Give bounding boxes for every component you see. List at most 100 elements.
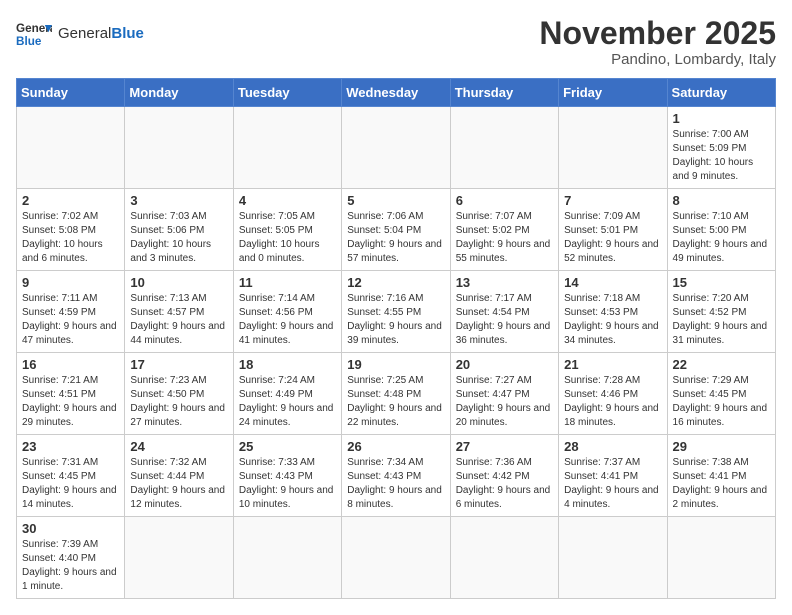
day-cell: 21Sunrise: 7:28 AM Sunset: 4:46 PM Dayli… bbox=[559, 353, 667, 435]
day-info: Sunrise: 7:11 AM Sunset: 4:59 PM Dayligh… bbox=[22, 292, 119, 348]
day-cell bbox=[233, 517, 341, 599]
day-number: 11 bbox=[239, 275, 336, 290]
calendar-table: SundayMondayTuesdayWednesdayThursdayFrid… bbox=[16, 78, 776, 599]
day-number: 20 bbox=[456, 357, 553, 372]
day-cell: 17Sunrise: 7:23 AM Sunset: 4:50 PM Dayli… bbox=[125, 353, 233, 435]
day-number: 24 bbox=[130, 439, 227, 454]
day-info: Sunrise: 7:07 AM Sunset: 5:02 PM Dayligh… bbox=[456, 210, 553, 266]
day-number: 7 bbox=[564, 193, 661, 208]
day-cell: 28 Sunrise: 7:37 AM Sunset: 4:41 PM Dayli… bbox=[559, 435, 667, 517]
day-info: Sunrise: 7:21 AM Sunset: 4:51 PM Dayligh… bbox=[22, 374, 119, 430]
day-cell: 14 Sunrise: 7:18 AM Sunset: 4:53 PM Dayli… bbox=[559, 271, 667, 353]
day-number: 19 bbox=[347, 357, 444, 372]
day-number: 28 bbox=[564, 439, 661, 454]
day-cell: 5 Sunrise: 7:06 AM Sunset: 5:04 PM Daylig… bbox=[342, 189, 450, 271]
day-header-thursday: Thursday bbox=[450, 79, 558, 107]
day-number: 12 bbox=[347, 275, 444, 290]
day-info: Sunrise: 7:20 AM Sunset: 4:52 PM Dayligh… bbox=[673, 292, 770, 348]
day-info: Sunrise: 7:27 AM Sunset: 4:47 PM Dayligh… bbox=[456, 374, 553, 430]
day-header-wednesday: Wednesday bbox=[342, 79, 450, 107]
week-row-4: 16 Sunrise: 7:21 AM Sunset: 4:51 PM Dayli… bbox=[17, 353, 776, 435]
day-info: Sunrise: 7:23 AM Sunset: 4:50 PM Dayligh… bbox=[130, 374, 227, 430]
day-info: Sunrise: 7:06 AM Sunset: 5:04 PM Dayligh… bbox=[347, 210, 444, 266]
day-cell bbox=[559, 107, 667, 189]
week-row-3: 9 Sunrise: 7:11 AM Sunset: 4:59 PM Daylig… bbox=[17, 271, 776, 353]
day-info: Sunrise: 7:05 AM Sunset: 5:05 PM Dayligh… bbox=[239, 210, 336, 266]
day-info: Sunrise: 7:13 AM Sunset: 4:57 PM Dayligh… bbox=[130, 292, 227, 348]
day-cell: 24 Sunrise: 7:32 AM Sunset: 4:44 PM Dayli… bbox=[125, 435, 233, 517]
day-number: 16 bbox=[22, 357, 119, 372]
day-number: 23 bbox=[22, 439, 119, 454]
day-info: Sunrise: 7:18 AM Sunset: 4:53 PM Dayligh… bbox=[564, 292, 661, 348]
day-cell: 7Sunrise: 7:09 AM Sunset: 5:01 PM Daylig… bbox=[559, 189, 667, 271]
location: Pandino, Lombardy, Italy bbox=[539, 51, 776, 68]
day-cell: 12 Sunrise: 7:16 AM Sunset: 4:55 PM Dayli… bbox=[342, 271, 450, 353]
day-info: Sunrise: 7:37 AM Sunset: 4:41 PM Dayligh… bbox=[564, 456, 661, 512]
day-info: Sunrise: 7:29 AM Sunset: 4:45 PM Dayligh… bbox=[673, 374, 770, 430]
day-number: 5 bbox=[347, 193, 444, 208]
day-cell bbox=[233, 107, 341, 189]
day-info: Sunrise: 7:10 AM Sunset: 5:00 PM Dayligh… bbox=[673, 210, 770, 266]
day-cell: 9 Sunrise: 7:11 AM Sunset: 4:59 PM Daylig… bbox=[17, 271, 125, 353]
logo-text: GeneralBlue bbox=[58, 25, 144, 43]
day-info: Sunrise: 7:16 AM Sunset: 4:55 PM Dayligh… bbox=[347, 292, 444, 348]
day-number: 1 bbox=[673, 111, 770, 126]
day-number: 15 bbox=[673, 275, 770, 290]
day-cell: 22 Sunrise: 7:29 AM Sunset: 4:45 PM Dayli… bbox=[667, 353, 775, 435]
day-number: 9 bbox=[22, 275, 119, 290]
svg-text:General: General bbox=[16, 22, 52, 35]
day-cell bbox=[125, 517, 233, 599]
day-number: 27 bbox=[456, 439, 553, 454]
day-cell: 13 Sunrise: 7:17 AM Sunset: 4:54 PM Dayli… bbox=[450, 271, 558, 353]
day-info: Sunrise: 7:39 AM Sunset: 4:40 PM Dayligh… bbox=[22, 538, 119, 594]
day-cell bbox=[342, 107, 450, 189]
day-info: Sunrise: 7:03 AM Sunset: 5:06 PM Dayligh… bbox=[130, 210, 227, 266]
week-row-1: 1Sunrise: 7:00 AM Sunset: 5:09 PM Daylig… bbox=[17, 107, 776, 189]
day-info: Sunrise: 7:17 AM Sunset: 4:54 PM Dayligh… bbox=[456, 292, 553, 348]
day-number: 13 bbox=[456, 275, 553, 290]
day-number: 2 bbox=[22, 193, 119, 208]
day-number: 29 bbox=[673, 439, 770, 454]
day-cell: 15 Sunrise: 7:20 AM Sunset: 4:52 PM Dayli… bbox=[667, 271, 775, 353]
day-cell bbox=[450, 517, 558, 599]
day-cell: 8Sunrise: 7:10 AM Sunset: 5:00 PM Daylig… bbox=[667, 189, 775, 271]
day-cell: 11 Sunrise: 7:14 AM Sunset: 4:56 PM Dayli… bbox=[233, 271, 341, 353]
day-cell bbox=[17, 107, 125, 189]
week-row-2: 2 Sunrise: 7:02 AM Sunset: 5:08 PM Daylig… bbox=[17, 189, 776, 271]
day-cell: 26Sunrise: 7:34 AM Sunset: 4:43 PM Dayli… bbox=[342, 435, 450, 517]
day-info: Sunrise: 7:31 AM Sunset: 4:45 PM Dayligh… bbox=[22, 456, 119, 512]
day-info: Sunrise: 7:33 AM Sunset: 4:43 PM Dayligh… bbox=[239, 456, 336, 512]
day-header-tuesday: Tuesday bbox=[233, 79, 341, 107]
day-number: 4 bbox=[239, 193, 336, 208]
day-cell bbox=[559, 517, 667, 599]
day-info: Sunrise: 7:02 AM Sunset: 5:08 PM Dayligh… bbox=[22, 210, 119, 266]
day-header-friday: Friday bbox=[559, 79, 667, 107]
day-number: 30 bbox=[22, 521, 119, 536]
day-cell: 2 Sunrise: 7:02 AM Sunset: 5:08 PM Daylig… bbox=[17, 189, 125, 271]
day-number: 22 bbox=[673, 357, 770, 372]
day-number: 14 bbox=[564, 275, 661, 290]
day-info: Sunrise: 7:36 AM Sunset: 4:42 PM Dayligh… bbox=[456, 456, 553, 512]
week-row-6: 30 Sunrise: 7:39 AM Sunset: 4:40 PM Dayli… bbox=[17, 517, 776, 599]
day-info: Sunrise: 7:24 AM Sunset: 4:49 PM Dayligh… bbox=[239, 374, 336, 430]
days-header-row: SundayMondayTuesdayWednesdayThursdayFrid… bbox=[17, 79, 776, 107]
day-cell: 18Sunrise: 7:24 AM Sunset: 4:49 PM Dayli… bbox=[233, 353, 341, 435]
svg-text:Blue: Blue bbox=[16, 35, 42, 48]
day-cell: 30 Sunrise: 7:39 AM Sunset: 4:40 PM Dayli… bbox=[17, 517, 125, 599]
day-header-sunday: Sunday bbox=[17, 79, 125, 107]
day-cell bbox=[667, 517, 775, 599]
day-cell bbox=[125, 107, 233, 189]
page-header: General Blue GeneralBlue November 2025 P… bbox=[16, 16, 776, 68]
day-header-saturday: Saturday bbox=[667, 79, 775, 107]
day-cell: 25Sunrise: 7:33 AM Sunset: 4:43 PM Dayli… bbox=[233, 435, 341, 517]
day-number: 6 bbox=[456, 193, 553, 208]
day-number: 10 bbox=[130, 275, 227, 290]
day-info: Sunrise: 7:25 AM Sunset: 4:48 PM Dayligh… bbox=[347, 374, 444, 430]
day-info: Sunrise: 7:34 AM Sunset: 4:43 PM Dayligh… bbox=[347, 456, 444, 512]
day-info: Sunrise: 7:14 AM Sunset: 4:56 PM Dayligh… bbox=[239, 292, 336, 348]
day-cell: 23 Sunrise: 7:31 AM Sunset: 4:45 PM Dayli… bbox=[17, 435, 125, 517]
day-cell: 1Sunrise: 7:00 AM Sunset: 5:09 PM Daylig… bbox=[667, 107, 775, 189]
week-row-5: 23 Sunrise: 7:31 AM Sunset: 4:45 PM Dayli… bbox=[17, 435, 776, 517]
month-title: November 2025 bbox=[539, 16, 776, 51]
day-info: Sunrise: 7:32 AM Sunset: 4:44 PM Dayligh… bbox=[130, 456, 227, 512]
